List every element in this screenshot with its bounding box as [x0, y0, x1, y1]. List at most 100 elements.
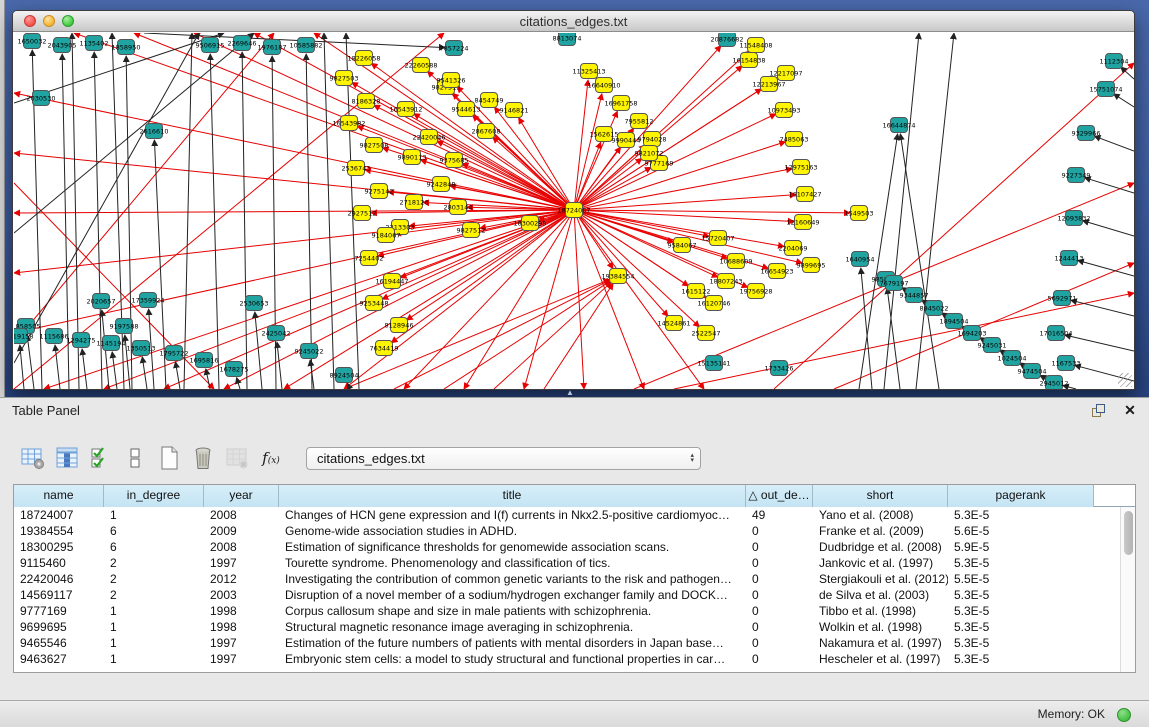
collapsed-side-panel[interactable] [0, 0, 5, 397]
network-canvas[interactable]: 1872400716154838122139671097349374850631… [14, 33, 1134, 389]
graph-node[interactable]: 10585882 [289, 38, 322, 53]
graph-node[interactable]: 1640954 [846, 252, 875, 267]
graph-node[interactable]: 17359924 [131, 293, 164, 308]
graph-node[interactable]: 12975163 [784, 160, 817, 175]
graph-node[interactable]: 9329966 [1072, 126, 1101, 141]
create-table-icon[interactable] [154, 444, 184, 472]
graph-node[interactable]: 1650032 [18, 34, 47, 49]
graph-node[interactable]: 16107427 [788, 187, 821, 202]
table-mode-icon[interactable] [18, 444, 48, 472]
graph-node[interactable]: 8813074 [553, 33, 582, 46]
table-vertical-scrollbar[interactable] [1120, 507, 1135, 672]
graph-node[interactable]: 1976187 [258, 40, 287, 55]
graph-node[interactable]: 9146821 [500, 103, 529, 118]
panel-divider-handle[interactable]: ▲ [566, 388, 574, 397]
graph-node[interactable]: 2020657 [87, 294, 116, 309]
graph-node[interactable]: 1733426 [765, 361, 794, 376]
svg-text:1549503: 1549503 [845, 210, 874, 218]
column-header-in_degree[interactable]: in_degree [104, 485, 204, 507]
graph-node[interactable]: 22260588 [404, 58, 437, 73]
graph-node[interactable]: 16543982 [332, 116, 365, 131]
graph-node[interactable]: 9827508 [360, 138, 389, 153]
row-height-icon[interactable] [120, 444, 150, 472]
table-row[interactable]: 1830029562008Estimation of significance … [14, 539, 1135, 555]
graph-node[interactable]: 1244413 [1055, 251, 1084, 266]
graph-node[interactable]: 1167533 [1052, 356, 1081, 371]
scrollbar-thumb[interactable] [1124, 511, 1133, 555]
graph-node[interactable]: 9506915 [196, 38, 225, 53]
table-row[interactable]: 969969511998Structural magnetic resonanc… [14, 619, 1135, 635]
graph-node[interactable]: 16654923 [760, 264, 793, 279]
function-builder-icon[interactable]: f(x) [256, 444, 286, 472]
column-header-name[interactable]: name [14, 485, 104, 507]
svg-text:2536743: 2536743 [342, 165, 371, 173]
graph-edge-black [175, 362, 180, 389]
graph-node[interactable]: 9899695 [797, 258, 826, 273]
resize-grip[interactable] [1118, 373, 1132, 387]
svg-text:9253448: 9253448 [360, 300, 389, 308]
graph-node[interactable]: 7634419 [370, 341, 399, 356]
graph-node[interactable]: 11325413 [572, 64, 605, 79]
float-panel-icon[interactable] [1089, 401, 1107, 419]
close-panel-icon[interactable]: ✕ [1121, 401, 1139, 419]
graph-node[interactable]: 2204069 [779, 241, 808, 256]
column-header-out_de[interactable]: △ out_de… [746, 485, 813, 507]
graph-node[interactable]: 1135402 [80, 36, 109, 51]
graph-node[interactable]: 9245022 [295, 344, 324, 359]
table-select-dropdown[interactable]: citations_edges.txt ▴▾ [306, 447, 701, 470]
graph-node[interactable]: 9245031 [978, 338, 1007, 353]
selection-mode-icon[interactable] [86, 444, 116, 472]
memory-status-indicator[interactable] [1117, 708, 1131, 722]
graph-node[interactable]: 7857224 [440, 41, 469, 56]
graph-node[interactable]: 1549503 [845, 206, 874, 221]
graph-node[interactable]: 2616610 [140, 124, 169, 139]
graph-node[interactable]: 2530653 [240, 296, 269, 311]
svg-text:1858950: 1858950 [112, 44, 141, 52]
graph-node[interactable]: 2030530 [27, 91, 56, 106]
graph-node[interactable]: 9227349 [1062, 168, 1091, 183]
table-row[interactable]: 911546021997Tourette syndrome. Phenomeno… [14, 555, 1135, 571]
table-row[interactable]: 1872400712008Changes of HCN gene express… [14, 507, 1135, 523]
graph-node[interactable]: 9197588 [110, 319, 139, 334]
graph-node[interactable]: 12160649 [786, 215, 819, 230]
delete-table-icon[interactable] [188, 444, 218, 472]
graph-node[interactable]: 10688609 [719, 254, 752, 269]
graph-node[interactable]: 16640910 [587, 78, 620, 93]
graph-node[interactable]: 22420046 [412, 130, 445, 145]
graph-node[interactable]: 2927512 [348, 206, 377, 221]
graph-node[interactable]: 1024504 [998, 351, 1027, 366]
table-row[interactable]: 2242004622012Investigating the contribut… [14, 571, 1135, 587]
column-visibility-icon[interactable] [52, 444, 82, 472]
graph-node[interactable]: 11548408 [739, 38, 772, 53]
graph-node[interactable]: 15135141 [697, 356, 730, 371]
graph-node[interactable]: 16154838 [732, 53, 765, 68]
table-row[interactable]: 977716911998Corpus callosum shape and si… [14, 603, 1135, 619]
graph-node[interactable]: 1294275 [67, 333, 96, 348]
graph-node[interactable]: 7485063 [780, 132, 809, 147]
table-row[interactable]: 946554611997Estimation of the future num… [14, 635, 1135, 651]
graph-node[interactable]: 1858950 [112, 40, 141, 55]
table-row[interactable]: 1938455462009Genome-wide association stu… [14, 523, 1135, 539]
graph-node[interactable]: 1112304 [1100, 54, 1129, 69]
graph-node[interactable]: 14524861 [657, 316, 690, 331]
table-row[interactable]: 1456911722003Disruption of a novel membe… [14, 587, 1135, 603]
graph-node[interactable]: 2718126 [400, 195, 429, 210]
graph-node[interactable]: 17016504 [1039, 326, 1072, 341]
graph-node[interactable]: 9275142 [365, 184, 394, 199]
graph-node[interactable]: 16961758 [604, 96, 637, 111]
graph-node[interactable]: 1115686 [40, 329, 69, 344]
graph-node[interactable]: 15751074 [1089, 82, 1122, 97]
network-view-window[interactable]: citations_edges.txt 18724007161548381221… [12, 10, 1135, 390]
column-header-pagerank[interactable]: pagerank [948, 485, 1094, 507]
window-titlebar[interactable]: citations_edges.txt [13, 11, 1134, 32]
column-header-short[interactable]: short [813, 485, 948, 507]
graph-node[interactable]: 2522547 [692, 326, 721, 341]
graph-node[interactable]: 9242848 [427, 177, 456, 192]
column-header-title[interactable]: title [279, 485, 746, 507]
graph-node[interactable]: 5692971 [1048, 291, 1077, 306]
svg-text:1894504: 1894504 [940, 318, 969, 326]
graph-node[interactable]: 1678275 [220, 362, 249, 377]
graph-node[interactable]: 18226058 [347, 51, 380, 66]
table-row[interactable]: 946362711997Embryonic stem cells: a mode… [14, 651, 1135, 667]
column-header-year[interactable]: year [204, 485, 279, 507]
